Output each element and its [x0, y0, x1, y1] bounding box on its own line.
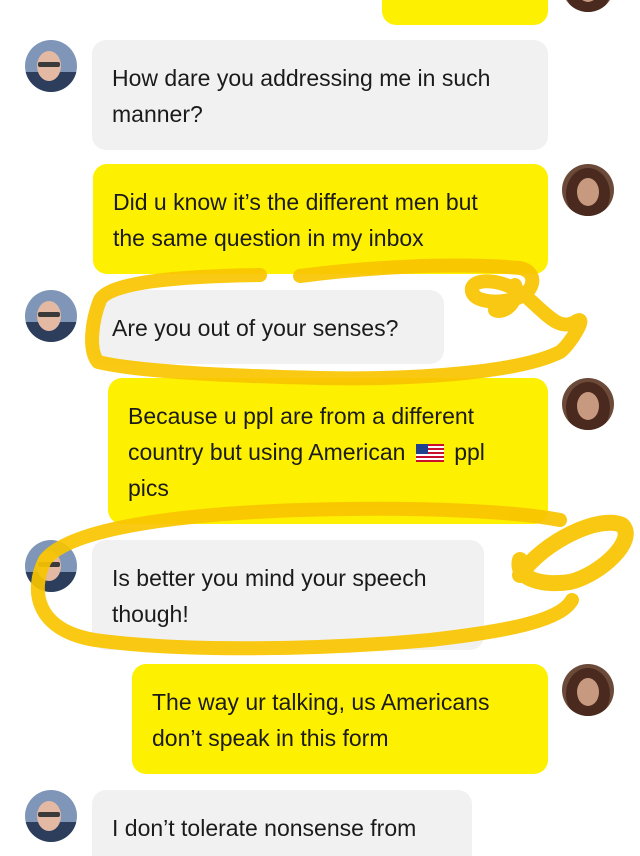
- message-text: Is better you mind your speech: [112, 565, 427, 591]
- message-text: Are you out of your senses?: [112, 315, 399, 341]
- message-text: How dare you addressing me in such: [112, 65, 491, 91]
- us-flag-icon: [415, 444, 444, 462]
- man-avatar-icon[interactable]: [25, 290, 77, 342]
- message-bubble-outgoing[interactable]: Did u know it’s the different men but th…: [93, 164, 548, 274]
- message-text: country but using American: [128, 439, 406, 465]
- message-bubble-incoming[interactable]: Are you out of your senses?: [92, 290, 444, 364]
- message-text: manner?: [112, 101, 203, 127]
- message-text: Because u ppl are from a different: [128, 403, 475, 429]
- message-text: The way ur talking, us Americans: [152, 689, 490, 715]
- message-text: ppl: [454, 439, 485, 465]
- message-bubble-incoming[interactable]: Is better you mind your speech though!: [92, 540, 484, 650]
- message-text: pics: [128, 475, 169, 501]
- message-bubble-outgoing[interactable]: The way ur talking, us Americans don’t s…: [132, 664, 548, 774]
- man-avatar-icon[interactable]: [25, 790, 77, 842]
- message-text: Did u know it’s the different men but: [113, 189, 478, 215]
- woman-avatar-icon[interactable]: [562, 664, 614, 716]
- woman-avatar-icon[interactable]: [562, 164, 614, 216]
- man-avatar-icon[interactable]: [25, 540, 77, 592]
- woman-avatar-icon[interactable]: [562, 0, 614, 12]
- message-bubble-incoming[interactable]: How dare you addressing me in such manne…: [92, 40, 548, 150]
- message-bubble-outgoing[interactable]: [382, 0, 548, 25]
- message-bubble-incoming[interactable]: I don’t tolerate nonsense from: [92, 790, 472, 856]
- man-avatar-icon[interactable]: [25, 40, 77, 92]
- message-text: the same question in my inbox: [113, 225, 424, 251]
- message-bubble-outgoing[interactable]: Because u ppl are from a different count…: [108, 378, 548, 524]
- message-text: don’t speak in this form: [152, 725, 389, 751]
- message-text: though!: [112, 601, 189, 627]
- woman-avatar-icon[interactable]: [562, 378, 614, 430]
- message-text: I don’t tolerate nonsense from: [112, 815, 417, 841]
- chat-thread: How dare you addressing me in such manne…: [0, 0, 640, 856]
